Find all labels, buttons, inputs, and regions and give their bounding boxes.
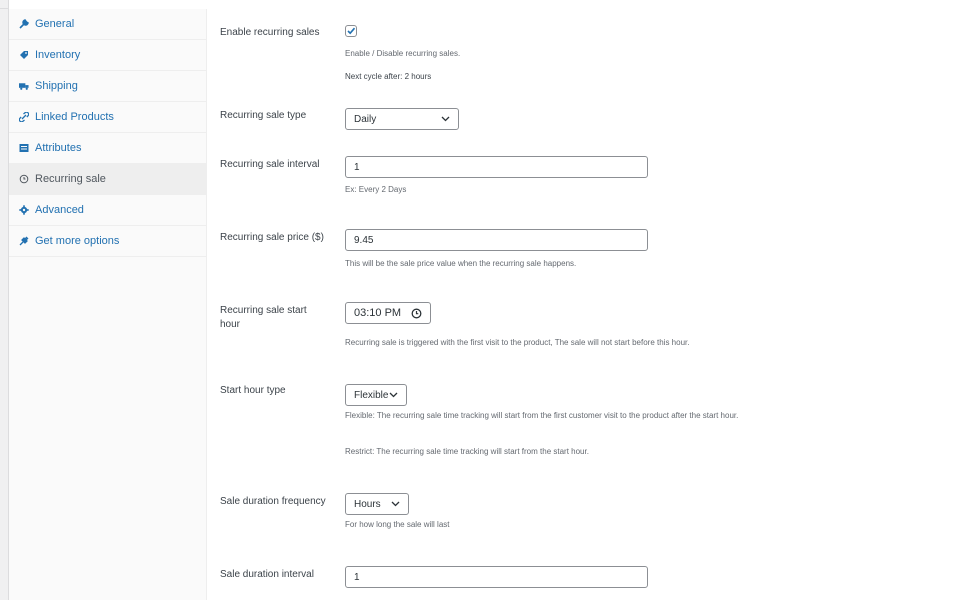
checkmark-icon (347, 27, 356, 35)
sidebar-item-get-more-options[interactable]: Get more options (9, 226, 206, 257)
sidebar-item-advanced[interactable]: Advanced (9, 195, 206, 226)
sidebar-item-general[interactable]: General (9, 9, 206, 40)
start-type-select[interactable]: Flexible (345, 384, 407, 406)
gear-icon (19, 205, 29, 215)
start-hour-label: Recurring sale start hour (220, 305, 307, 330)
product-data-tabs: General Inventory Shipping Linked Produc… (9, 9, 207, 600)
duration-interval-input[interactable]: 1 (345, 566, 648, 588)
sidebar-item-label: Recurring sale (35, 173, 106, 185)
sidebar-item-inventory[interactable]: Inventory (9, 40, 206, 71)
start-type-restrict-desc: Restrict: The recurring sale time tracki… (345, 447, 589, 456)
table-icon (19, 143, 29, 153)
sidebar-item-label: Inventory (35, 49, 81, 61)
start-hour-value: 03:10 PM (354, 307, 402, 319)
sidebar-item-label: Linked Products (35, 111, 114, 123)
clock-icon[interactable] (411, 308, 422, 319)
duration-frequency-desc: For how long the sale will last (345, 520, 450, 529)
start-hour-desc: Recurring sale is triggered with the fir… (345, 338, 690, 347)
sidebar-item-label: Advanced (35, 204, 84, 216)
duration-frequency-select[interactable]: Hours (345, 493, 409, 515)
sale-price-label: Recurring sale price ($) (220, 232, 324, 243)
sale-interval-label: Recurring sale interval (220, 159, 320, 170)
sidebar-item-shipping[interactable]: Shipping (9, 71, 206, 102)
start-type-flexible-desc: Flexible: The recurring sale time tracki… (345, 411, 739, 420)
sidebar-item-label: Shipping (35, 80, 78, 92)
duration-interval-label: Sale duration interval (220, 569, 314, 580)
sidebar-item-linked-products[interactable]: Linked Products (9, 102, 206, 133)
plugin-icon (19, 236, 29, 246)
sidebar-item-label: Get more options (35, 235, 120, 247)
chevron-down-icon (391, 501, 400, 507)
start-type-value: Flexible (354, 389, 389, 401)
sale-price-desc: This will be the sale price value when t… (345, 259, 577, 268)
link-icon (19, 112, 29, 122)
next-cycle-note: Next cycle after: 2 hours (345, 72, 432, 81)
sidebar-item-label: General (35, 18, 75, 30)
duration-frequency-label: Sale duration frequency (220, 496, 326, 507)
enable-recurring-desc: Enable / Disable recurring sales. (345, 49, 461, 58)
chevron-down-icon (441, 116, 450, 122)
chevron-down-icon (389, 392, 398, 398)
clock-icon (19, 174, 29, 184)
duration-frequency-value: Hours (354, 498, 381, 510)
sale-type-select[interactable]: Daily (345, 108, 459, 130)
sale-interval-desc: Ex: Every 2 Days (345, 185, 407, 194)
sidebar-item-label: Attributes (35, 142, 82, 154)
sale-price-input[interactable]: 9.45 (345, 229, 648, 251)
sale-type-value: Daily (354, 113, 377, 125)
recurring-sale-form: Enable recurring sales Enable / Disable … (206, 9, 979, 600)
sale-interval-input[interactable]: 1 (345, 156, 648, 178)
wrench-icon (19, 19, 29, 29)
sidebar-item-recurring-sale[interactable]: Recurring sale (9, 164, 206, 195)
sidebar-item-attributes[interactable]: Attributes (9, 133, 206, 164)
tag-icon (19, 50, 29, 60)
sale-type-label: Recurring sale type (220, 110, 307, 121)
enable-recurring-checkbox[interactable] (345, 25, 357, 37)
start-type-label: Start hour type (220, 385, 286, 396)
truck-icon (19, 81, 29, 91)
enable-recurring-label: Enable recurring sales (220, 27, 320, 38)
start-hour-input[interactable]: 03:10 PM (345, 302, 431, 324)
